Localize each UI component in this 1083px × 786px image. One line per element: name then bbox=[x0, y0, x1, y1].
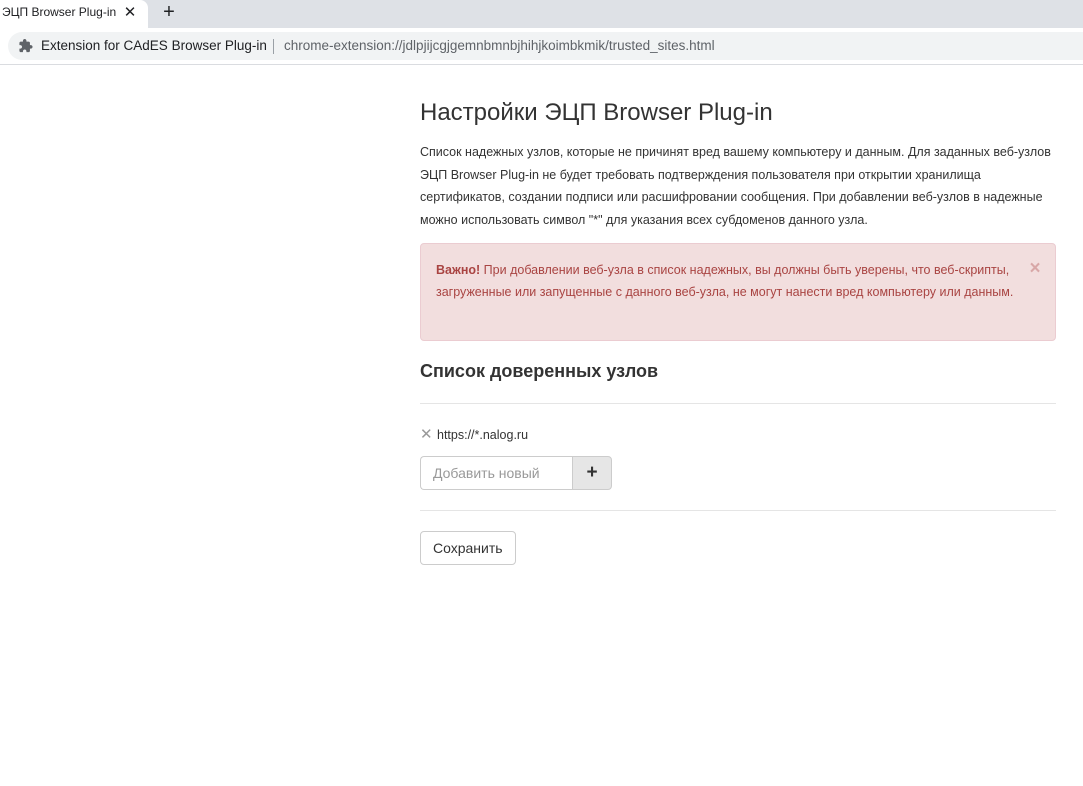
alert-text: При добавлении веб-узла в список надежны… bbox=[436, 263, 1014, 299]
trusted-sites-heading: Список доверенных узлов bbox=[420, 361, 659, 381]
list-item: ✕ https://*.nalog.ru bbox=[420, 426, 528, 444]
tab-strip: ЭЦП Browser Plug-in ✕ + bbox=[0, 0, 1083, 28]
divider bbox=[420, 510, 1056, 511]
puzzle-icon bbox=[19, 39, 33, 53]
warning-alert: Важно! При добавлении веб-узла в список … bbox=[420, 243, 1056, 341]
plus-icon: + bbox=[586, 462, 598, 483]
divider bbox=[420, 403, 1056, 404]
extension-name: Extension for CAdES Browser Plug-in bbox=[41, 38, 267, 53]
remove-site-icon[interactable]: ✕ bbox=[420, 427, 433, 442]
url-text[interactable]: chrome-extension://jdlpjijcgjgemnbmnbjhi… bbox=[284, 38, 715, 53]
new-tab-icon[interactable]: + bbox=[158, 1, 180, 23]
address-bar[interactable]: Extension for CAdES Browser Plug-in chro… bbox=[8, 32, 1083, 60]
alert-close-icon[interactable]: × bbox=[1026, 259, 1044, 279]
browser-toolbar: Extension for CAdES Browser Plug-in chro… bbox=[0, 28, 1083, 65]
trusted-site-url: https://*.nalog.ru bbox=[437, 428, 529, 442]
omnibox-separator bbox=[273, 39, 274, 54]
tab-close-icon[interactable]: ✕ bbox=[121, 3, 139, 21]
add-site-button[interactable]: + bbox=[572, 456, 612, 490]
save-button[interactable]: Сохранить bbox=[420, 531, 516, 565]
page-title: Настройки ЭЦП Browser Plug-in bbox=[420, 99, 773, 126]
add-site-input[interactable] bbox=[420, 456, 572, 490]
intro-paragraph: Список надежных узлов, которые не причин… bbox=[420, 145, 1051, 227]
browser-tab[interactable]: ЭЦП Browser Plug-in ✕ bbox=[0, 0, 148, 28]
alert-message: Важно! При добавлении веб-узла в список … bbox=[436, 259, 1026, 303]
alert-strong: Важно! bbox=[436, 263, 481, 277]
add-site-group: + bbox=[420, 456, 612, 490]
tab-title: ЭЦП Browser Plug-in bbox=[2, 5, 117, 19]
